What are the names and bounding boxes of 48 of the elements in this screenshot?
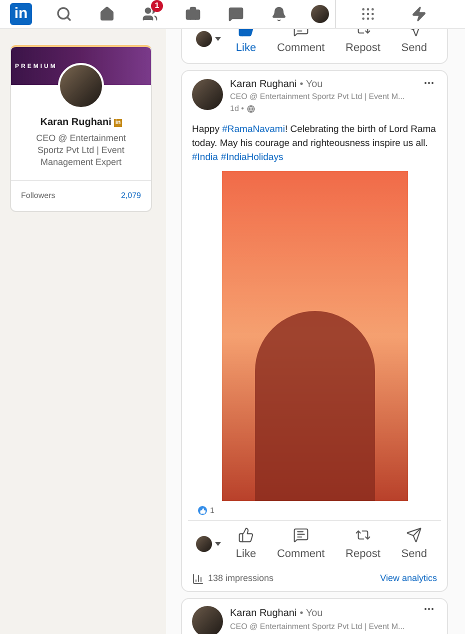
thumbs-up-icon [238, 526, 254, 542]
lightning-icon [411, 6, 428, 22]
home-icon [99, 6, 115, 22]
connection-label: • You [300, 78, 323, 90]
author-headline: CEO @ Entertainment Sportz Pvt Ltd | Event M... [230, 620, 405, 632]
comment-button[interactable]: Comment [270, 29, 331, 60]
like-button[interactable]: Like [230, 522, 262, 566]
people-icon [142, 6, 158, 22]
avatar [192, 606, 223, 634]
send-button[interactable]: Send [395, 29, 433, 60]
send-button[interactable]: Send [395, 522, 433, 566]
globe-icon [246, 104, 255, 112]
send-icon [406, 526, 422, 542]
author-name[interactable]: Karan Rughani [230, 78, 297, 90]
like-reaction-icon [198, 506, 207, 515]
search-icon [56, 6, 72, 22]
stat-label: Followers [21, 190, 56, 202]
stat-value[interactable]: 2,079 [120, 190, 141, 202]
notification-badge: 1 [151, 0, 163, 12]
repost-button[interactable]: Repost [340, 522, 386, 566]
comment-icon [292, 526, 309, 542]
chat-bubble-icon [228, 6, 244, 22]
briefcase-icon [185, 6, 201, 22]
like-button[interactable]: Like [230, 29, 262, 60]
post-time: 1d • [230, 102, 244, 114]
impressions-count: 138 impressions [208, 572, 274, 585]
profile-avatar-button[interactable] [311, 5, 329, 23]
avatar [192, 78, 223, 110]
profile-headline: CEO @ Entertainment Sportz Pvt Ltd | Event Management Expert [35, 132, 127, 168]
hashtag-link[interactable]: #IndiaHolidays [220, 152, 284, 162]
logo[interactable]: in [10, 3, 32, 25]
reaction-avatar-selector[interactable] [196, 536, 221, 552]
author-headline: CEO @ Entertainment Sportz Pvt Ltd | Event M... [230, 90, 405, 102]
profile-name[interactable]: Karan Rughani [40, 115, 112, 130]
comment-button[interactable]: Comment [270, 522, 331, 566]
grid-icon [360, 6, 376, 22]
bell-icon [271, 6, 287, 22]
author-name[interactable]: Karan Rughani [230, 606, 297, 620]
people-button[interactable]: 1 [139, 3, 161, 25]
repost-button[interactable]: Repost [340, 29, 386, 60]
reaction-count[interactable]: 1 [210, 504, 214, 516]
hashtag-link[interactable]: #RamaNavami [222, 124, 285, 134]
connection-label: • You [300, 606, 323, 620]
post-text: Happy #RamaNavami! Celebrating the birth of Lord Rama today. May his courage and righteousness inspire us all. #India #IndiaHolidays [191, 122, 437, 164]
view-analytics-link[interactable]: View analytics [380, 572, 437, 586]
bar-chart-icon [192, 572, 204, 585]
reaction-avatar-selector[interactable] [196, 30, 221, 47]
hashtag-link[interactable]: #India [192, 152, 218, 162]
